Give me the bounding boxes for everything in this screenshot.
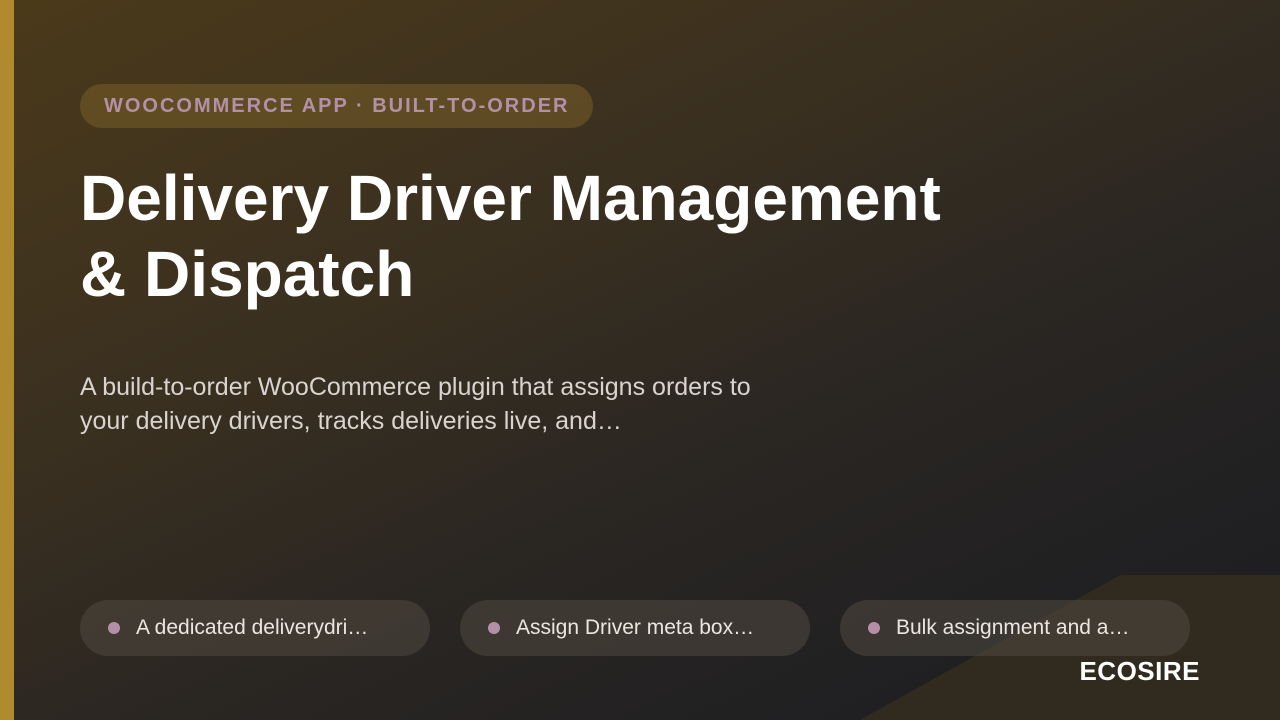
feature-chip: Assign Driver meta box… bbox=[460, 600, 810, 656]
title-line-2: & Dispatch bbox=[80, 238, 415, 310]
feature-label: Assign Driver meta box… bbox=[516, 616, 755, 639]
bullet-dot-icon bbox=[108, 622, 120, 634]
feature-chip: Bulk assignment and a… bbox=[840, 600, 1190, 656]
page-title: Delivery Driver Management & Dispatch bbox=[80, 160, 1040, 312]
description-line-2: your delivery drivers, tracks deliveries… bbox=[80, 407, 622, 435]
accent-bar bbox=[0, 0, 14, 720]
description: A build-to-order WooCommerce plugin that… bbox=[80, 370, 840, 438]
bullet-dot-icon bbox=[488, 622, 500, 634]
category-label: WOOCOMMERCE APP · BUILT-TO-ORDER bbox=[104, 94, 570, 117]
brand-logo: ECOSIRE bbox=[1079, 656, 1200, 686]
title-line-1: Delivery Driver Management bbox=[80, 162, 941, 234]
feature-chip: A dedicated deliverydri… bbox=[80, 600, 430, 656]
category-pill: WOOCOMMERCE APP · BUILT-TO-ORDER bbox=[80, 84, 594, 128]
feature-label: A dedicated deliverydri… bbox=[136, 616, 369, 639]
description-line-1: A build-to-order WooCommerce plugin that… bbox=[80, 373, 751, 401]
feature-label: Bulk assignment and a… bbox=[896, 616, 1130, 639]
bullet-dot-icon bbox=[868, 622, 880, 634]
